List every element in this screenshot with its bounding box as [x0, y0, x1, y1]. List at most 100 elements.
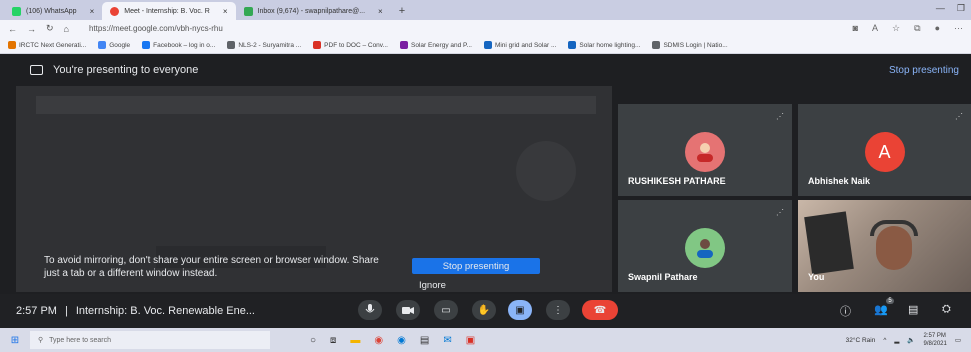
favorite-star-icon[interactable]: ☆ — [892, 23, 900, 34]
participant-tile[interactable]: ⋰ A Abhishek Naik — [798, 104, 971, 196]
window-controls: — ❐ — [936, 3, 965, 14]
bookmark-favicon-icon — [98, 41, 107, 49]
avatar: A — [864, 132, 905, 172]
bookmark-mini-grid[interactable]: Mini grid and Solar ... — [483, 41, 556, 49]
notifications-icon[interactable]: ▭ — [955, 336, 961, 344]
microphone-button[interactable] — [358, 300, 382, 320]
profile-icon[interactable]: ● — [935, 23, 940, 34]
captions-button[interactable]: ▭ — [434, 300, 458, 320]
participant-tile[interactable]: ⋰ RUSHIKESH PATHARE — [618, 104, 792, 196]
participant-tile[interactable]: ⋰ Swapnil Pathare — [618, 200, 792, 292]
chrome-icon[interactable]: ◉ — [374, 335, 383, 346]
meeting-details-icon[interactable]: ⓘ — [840, 303, 851, 319]
new-tab-button[interactable]: + — [391, 2, 413, 20]
bookmark-sdmis[interactable]: SDMIS Login | Natio... — [652, 41, 728, 49]
person-icon — [697, 143, 713, 162]
edge-icon[interactable]: ◉ — [397, 335, 406, 346]
more-menu-icon[interactable]: ··· — [954, 23, 963, 34]
mirroring-warning-text: To avoid mirroring, don't share your ent… — [44, 255, 379, 279]
forward-icon[interactable]: → — [27, 24, 36, 34]
avatar-letter: A — [878, 141, 891, 162]
volume-icon[interactable]: 🔈 — [907, 336, 915, 344]
file-explorer-icon[interactable]: ▬ — [350, 335, 360, 346]
bookmark-irctc[interactable]: IRCTC Next Generati... — [8, 41, 86, 49]
collections-icon[interactable]: ⧉ — [914, 23, 920, 34]
task-view-icon[interactable]: ⧈ — [330, 335, 336, 346]
camera-button[interactable] — [396, 300, 420, 320]
hand-icon: ✋ — [477, 304, 491, 316]
camera-icon[interactable]: ◙ — [853, 23, 858, 34]
home-icon[interactable]: ⌂ — [64, 24, 69, 34]
more-options-button[interactable]: ⋮ — [546, 300, 570, 320]
url-field[interactable]: https://meet.google.com/vbh-nycs-rhu — [89, 24, 223, 33]
presenting-banner: You're presenting to everyone Stop prese… — [16, 58, 971, 82]
whatsapp-favicon-icon — [12, 6, 21, 16]
taskbar-apps: ○ ⧈ ▬ ◉ ◉ ▤ ✉ ▣ — [310, 335, 475, 346]
leave-call-button[interactable]: ☎ — [582, 300, 618, 320]
bookmark-label: SDMIS Login | Natio... — [663, 41, 728, 49]
hang-up-icon: ☎ — [593, 304, 607, 316]
self-video-tile[interactable]: You — [798, 200, 971, 292]
activities-icon[interactable]: ⛭ — [942, 303, 951, 316]
bookmarks-bar: IRCTC Next Generati... Google Facebook –… — [0, 37, 971, 54]
tab-meet[interactable]: Meet - Internship: B. Voc. R × — [102, 2, 236, 20]
close-tab-icon[interactable]: × — [223, 7, 228, 16]
bookmark-solar-energy[interactable]: Solar Energy and P... — [400, 41, 472, 49]
bookmark-nls[interactable]: NLS-2 - Suryamitra ... — [227, 41, 301, 49]
network-icon[interactable]: ▂ — [894, 336, 899, 344]
bookmark-label: Solar home lighting... — [579, 41, 641, 49]
maximize-icon[interactable]: ❐ — [957, 3, 965, 14]
present-now-button[interactable]: ▣ — [508, 300, 532, 320]
mic-off-icon: ⋰ — [955, 112, 963, 121]
cortana-icon[interactable]: ○ — [310, 335, 316, 346]
taskbar-clock[interactable]: 2:57 PM 9/8/2021 — [923, 332, 946, 348]
chat-icon[interactable]: ▤ — [908, 303, 918, 316]
close-tab-icon[interactable]: × — [378, 7, 383, 16]
tab-inbox[interactable]: Inbox (9,674) - swapnilpathare@... × — [236, 2, 391, 20]
mirrored-screen-strip — [36, 96, 596, 114]
reload-icon[interactable]: ↻ — [46, 23, 54, 34]
windows-taskbar: ⊞ ⚲ Type here to search ○ ⧈ ▬ ◉ ◉ ▤ ✉ ▣ … — [0, 328, 971, 352]
meeting-time: 2:57 PM — [16, 305, 57, 317]
more-vertical-icon: ⋮ — [553, 304, 563, 316]
present-screen-icon — [30, 65, 43, 75]
bookmark-label: PDF to DOC – Conv... — [324, 41, 388, 49]
participant-name: RUSHIKESH PATHARE — [628, 176, 726, 186]
back-icon[interactable]: ← — [8, 24, 17, 34]
taskbar-search-box[interactable]: ⚲ Type here to search — [30, 331, 270, 349]
read-aloud-icon[interactable]: A — [872, 23, 878, 34]
presentation-stage: To avoid mirroring, don't share your ent… — [16, 86, 612, 292]
present-screen-icon: ▣ — [515, 304, 525, 316]
bookmark-pdf-to-doc[interactable]: PDF to DOC – Conv... — [313, 41, 388, 49]
minimize-icon[interactable]: — — [936, 3, 945, 14]
bookmark-solar-home[interactable]: Solar home lighting... — [568, 41, 640, 49]
tab-whatsapp[interactable]: (106) WhatsApp × — [4, 2, 102, 20]
bookmark-google[interactable]: Google — [98, 41, 130, 49]
windows-start-icon[interactable]: ⊞ — [0, 335, 30, 346]
bookmark-favicon-icon — [400, 41, 408, 49]
clock-date: 9/8/2021 — [923, 341, 947, 347]
bookmark-favicon-icon — [313, 41, 322, 49]
people-icon[interactable]: 👥 5 — [874, 298, 894, 316]
search-icon: ⚲ — [38, 337, 44, 344]
search-placeholder: Type here to search — [49, 336, 112, 344]
ignore-button[interactable]: Ignore — [419, 280, 446, 291]
gmail-favicon-icon — [243, 6, 253, 16]
store-icon[interactable]: ▤ — [420, 335, 429, 346]
bookmark-label: Google — [109, 41, 131, 49]
banner-stop-presenting-link[interactable]: Stop presenting — [889, 65, 959, 76]
weather-text[interactable]: 32°C Rain — [846, 337, 876, 344]
meeting-controls-bar: 2:57 PM | Internship: B. Voc. Renewable … — [0, 294, 971, 328]
bookmark-facebook[interactable]: Facebook – log in o... — [142, 41, 215, 49]
tab-label: Inbox (9,674) - swapnilpathare@... — [257, 7, 366, 15]
bookmark-favicon-icon — [8, 41, 16, 49]
close-tab-icon[interactable]: × — [90, 7, 95, 16]
mail-icon[interactable]: ✉ — [443, 335, 451, 346]
bookmark-label: IRCTC Next Generati... — [19, 41, 87, 49]
stop-presenting-button[interactable]: Stop presenting — [412, 258, 540, 274]
raise-hand-button[interactable]: ✋ — [472, 300, 496, 320]
tray-chevron-icon[interactable]: ^ — [883, 337, 886, 344]
pdf-app-icon[interactable]: ▣ — [466, 335, 475, 346]
video-camera-icon — [402, 306, 414, 314]
bookmark-favicon-icon — [652, 41, 661, 49]
